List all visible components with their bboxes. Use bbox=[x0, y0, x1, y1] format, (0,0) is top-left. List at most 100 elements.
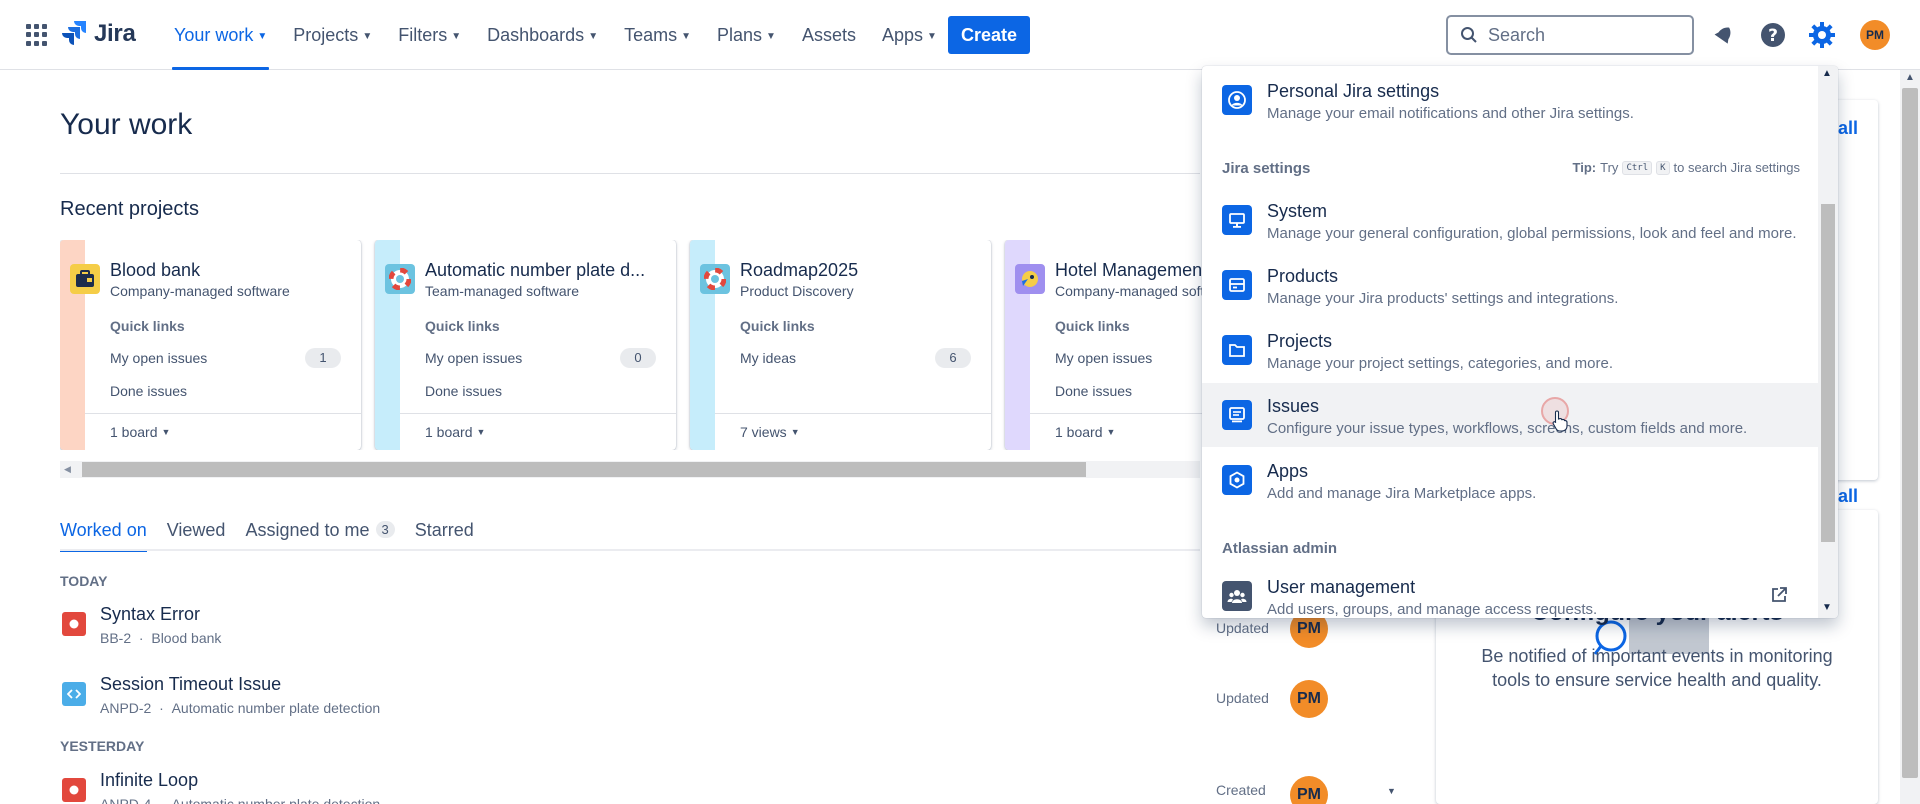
menu-item-products[interactable]: Products Manage your Jira products' sett… bbox=[1202, 253, 1818, 317]
quick-link-done-issues[interactable]: Done issues bbox=[1055, 383, 1132, 399]
project-name[interactable]: Blood bank bbox=[110, 260, 350, 281]
scrollbar-thumb[interactable] bbox=[1821, 204, 1835, 542]
chevron-down-icon: ▼ bbox=[451, 30, 462, 42]
alerts-description: Be notified of important events in monit… bbox=[1481, 646, 1833, 690]
chevron-down-icon: ▼ bbox=[476, 427, 486, 437]
issue-key: BB-2 bbox=[100, 630, 132, 646]
nav-your-work[interactable]: Your work ▼ bbox=[171, 0, 270, 70]
project-card[interactable]: Automatic number plate d... Team-managed… bbox=[375, 240, 676, 450]
nav-dashboards[interactable]: Dashboards ▼ bbox=[487, 0, 598, 70]
tab-label: Worked on bbox=[60, 520, 147, 540]
project-card[interactable]: Blood bank Company-managed software Quic… bbox=[60, 240, 361, 450]
notifications-icon[interactable] bbox=[1708, 19, 1740, 51]
scroll-down-icon[interactable]: ▼ bbox=[1387, 786, 1396, 796]
menu-item-description: Manage your project settings, categories… bbox=[1267, 355, 1614, 372]
horizontal-scrollbar[interactable]: ◀ bbox=[60, 461, 1200, 478]
help-icon[interactable]: ? bbox=[1757, 19, 1789, 51]
create-button[interactable]: Create bbox=[948, 16, 1030, 54]
views-dropdown[interactable]: 7 views ▼ bbox=[740, 424, 800, 440]
nav-label: Assets bbox=[801, 24, 856, 45]
project-name[interactable]: Automatic number plate d... bbox=[425, 260, 665, 281]
issue-row[interactable]: Infinite Loop ANPD-4 · Automatic number … bbox=[60, 770, 1340, 804]
chevron-down-icon: ▼ bbox=[257, 30, 268, 42]
lifebuoy-icon bbox=[700, 264, 730, 294]
boards-dropdown[interactable]: 1 board ▼ bbox=[1055, 424, 1115, 440]
menu-item-projects[interactable]: Projects Manage your project settings, c… bbox=[1202, 318, 1818, 382]
top-navigation: Jira Your work ▼ Projects ▼ Filters ▼ Dashb… bbox=[0, 0, 1920, 70]
chevron-down-icon: ▼ bbox=[681, 30, 692, 42]
nav-projects[interactable]: Projects ▼ bbox=[293, 0, 372, 70]
issue-meta: ANPD-4 · Automatic number plate detectio… bbox=[100, 796, 380, 804]
menu-item-description: Manage your Jira products' settings and … bbox=[1267, 290, 1619, 307]
search-input[interactable]: Search bbox=[1446, 15, 1694, 55]
tab-assigned-to-me[interactable]: Assigned to me 3 bbox=[245, 520, 395, 550]
nav-assets[interactable]: Assets bbox=[802, 0, 856, 70]
nav-filters[interactable]: Filters ▼ bbox=[398, 0, 461, 70]
card-divider bbox=[400, 413, 676, 414]
card-divider bbox=[1030, 413, 1210, 414]
quick-link-open-issues[interactable]: My open issues bbox=[425, 350, 522, 366]
quick-link-done-issues[interactable]: Done issues bbox=[425, 383, 502, 399]
app-switcher-icon[interactable] bbox=[26, 24, 48, 46]
menu-item-apps[interactable]: Apps Add and manage Jira Marketplace app… bbox=[1202, 448, 1818, 512]
menu-item-personal-settings[interactable]: Personal Jira settings Manage your email… bbox=[1202, 68, 1818, 132]
count-badge: 6 bbox=[935, 348, 971, 368]
issues-icon bbox=[1222, 400, 1252, 430]
scroll-down-icon[interactable]: ▼ bbox=[1822, 602, 1832, 613]
page-scrollbar[interactable]: ▲ bbox=[1900, 70, 1920, 804]
quick-link-done-issues[interactable]: Done issues bbox=[110, 383, 187, 399]
issue-title[interactable]: Syntax Error bbox=[100, 604, 200, 625]
dropdown-scrollbar[interactable]: ▲ ▼ bbox=[1818, 66, 1838, 618]
nav-label: Your work bbox=[174, 24, 254, 45]
tip-try: Try bbox=[1600, 160, 1619, 175]
menu-item-issues[interactable]: Issues Configure your issue types, workf… bbox=[1202, 383, 1818, 447]
issue-status: Updated bbox=[1216, 690, 1269, 706]
quick-link-open-issues[interactable]: My open issues bbox=[1055, 350, 1152, 366]
meta-separator: · bbox=[138, 630, 144, 646]
scrollbar-thumb[interactable] bbox=[82, 462, 1086, 477]
issue-title[interactable]: Infinite Loop bbox=[100, 770, 198, 791]
quick-link-open-issues[interactable]: My open issues bbox=[110, 350, 207, 366]
project-card[interactable]: Hotel Management Company-managed softwar… bbox=[1005, 240, 1210, 450]
menu-item-system[interactable]: System Manage your general configuration… bbox=[1202, 188, 1818, 252]
quick-links-label: Quick links bbox=[1055, 318, 1130, 334]
nav-apps[interactable]: Apps ▼ bbox=[882, 0, 937, 70]
project-name[interactable]: Hotel Management bbox=[1055, 260, 1210, 281]
tab-worked-on[interactable]: Worked on bbox=[60, 520, 147, 552]
settings-gear-icon[interactable] bbox=[1806, 19, 1838, 51]
project-card[interactable]: Roadmap2025 Product Discovery Quick link… bbox=[690, 240, 991, 450]
view-all-link[interactable]: all bbox=[1838, 118, 1858, 139]
issue-title[interactable]: Session Timeout Issue bbox=[100, 674, 281, 695]
divider bbox=[60, 173, 1200, 174]
user-avatar[interactable]: PM bbox=[1860, 20, 1890, 50]
quick-links-label: Quick links bbox=[110, 318, 185, 334]
scroll-left-icon[interactable]: ◀ bbox=[64, 464, 71, 475]
jira-logo[interactable]: Jira bbox=[62, 20, 136, 48]
nav-plans[interactable]: Plans ▼ bbox=[717, 0, 776, 70]
nav-label: Filters bbox=[398, 24, 448, 45]
menu-item-user-management[interactable]: User management Add users, groups, and m… bbox=[1202, 564, 1818, 618]
avatar: PM bbox=[1290, 680, 1328, 718]
issue-row[interactable]: Session Timeout Issue ANPD-2 · Automatic… bbox=[60, 674, 1340, 726]
tab-viewed[interactable]: Viewed bbox=[167, 520, 226, 550]
nav-teams[interactable]: Teams ▼ bbox=[624, 0, 691, 70]
project-name[interactable]: Roadmap2025 bbox=[740, 260, 980, 281]
nav-label: Apps bbox=[881, 24, 924, 45]
tab-starred[interactable]: Starred bbox=[415, 520, 474, 550]
section-heading-jira-settings: Jira settings bbox=[1222, 160, 1311, 177]
view-all-link[interactable]: all bbox=[1838, 486, 1858, 507]
card-divider bbox=[85, 413, 361, 414]
boards-dropdown[interactable]: 1 board ▼ bbox=[110, 424, 170, 440]
task-icon bbox=[62, 682, 86, 706]
chevron-down-icon: ▼ bbox=[362, 30, 373, 42]
boards-dropdown[interactable]: 1 board ▼ bbox=[425, 424, 485, 440]
settings-dropdown: Personal Jira settings Manage your email… bbox=[1202, 66, 1838, 618]
scrollbar-thumb[interactable] bbox=[1902, 88, 1918, 778]
menu-item-description: Configure your issue types, workflows, s… bbox=[1267, 420, 1748, 437]
scroll-up-icon[interactable]: ▲ bbox=[1822, 68, 1832, 79]
issue-row[interactable]: Syntax Error BB-2 · Blood bank Updated P… bbox=[60, 604, 1340, 656]
issue-status: Created bbox=[1216, 782, 1266, 798]
folder-icon bbox=[1222, 335, 1252, 365]
scroll-up-icon[interactable]: ▲ bbox=[1905, 72, 1915, 83]
quick-link-my-ideas[interactable]: My ideas bbox=[740, 350, 796, 366]
